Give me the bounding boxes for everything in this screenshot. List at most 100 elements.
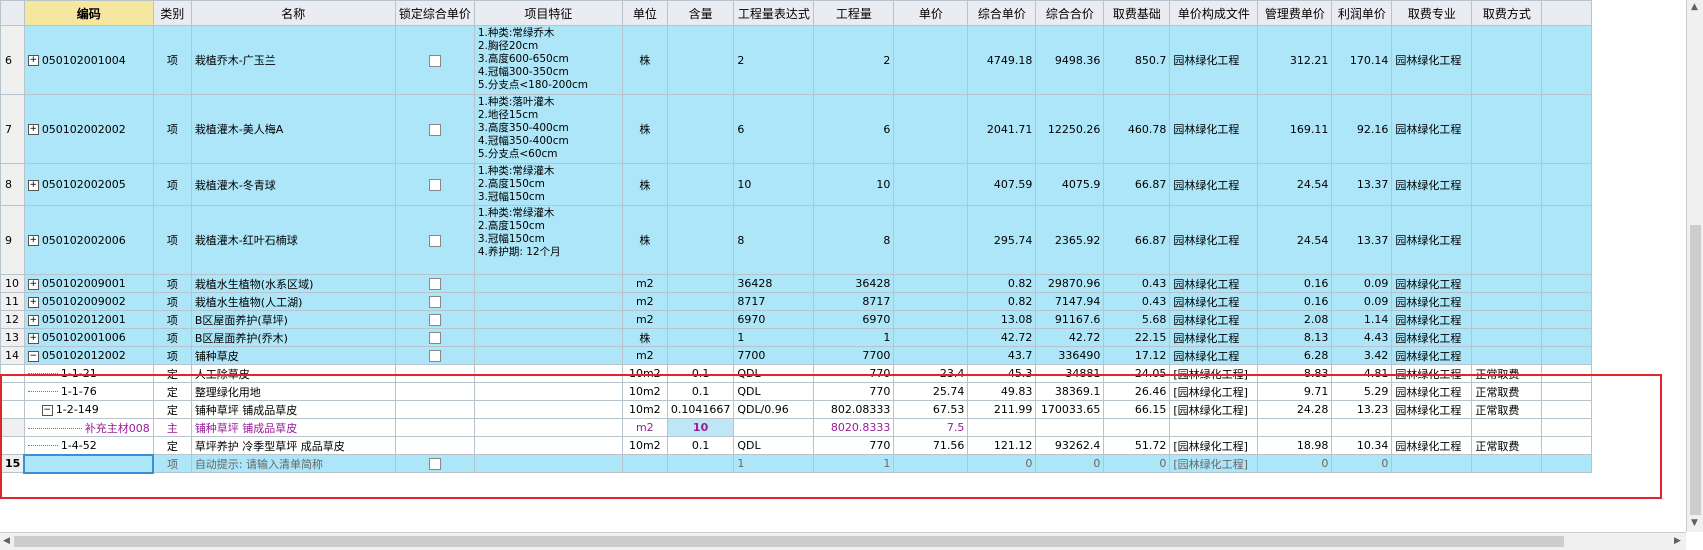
cell-price[interactable] (893, 205, 969, 275)
cell-content[interactable] (666, 205, 735, 275)
collapse-icon[interactable]: − (27, 350, 39, 362)
cell-num[interactable] (0, 436, 25, 455)
cell-spec[interactable]: 园林绿化工程 (1391, 310, 1473, 329)
cell-lock[interactable] (394, 310, 475, 329)
cell-content[interactable] (666, 292, 735, 311)
cell-expr[interactable]: 10 (733, 163, 815, 206)
cell-spec[interactable]: 园林绿化工程 (1391, 364, 1473, 383)
scroll-left-icon[interactable]: ◀ (3, 536, 10, 546)
cell-unit[interactable]: 株 (621, 25, 668, 95)
cell-name[interactable]: 人工除草皮 (190, 364, 396, 383)
cell-total[interactable]: 2365.92 (1035, 205, 1105, 275)
cell-spec[interactable]: 园林绿化工程 (1391, 328, 1473, 347)
cell-qty[interactable]: 8 (813, 205, 895, 275)
cell-base[interactable]: 66.87 (1103, 163, 1171, 206)
lock-price-checkbox[interactable] (428, 179, 441, 191)
table-row[interactable]: 15 项自动提示: 请输入清单简称 1 1 0 0 0 [园林绿化工程] 0 0 (0, 453, 1593, 474)
cell-qty[interactable]: 7700 (813, 346, 895, 365)
cell-feat[interactable] (473, 382, 623, 401)
lock-price-checkbox[interactable] (428, 332, 441, 344)
column-header-3[interactable]: 名称 (190, 0, 396, 26)
cell-cat[interactable]: 主 (152, 418, 192, 437)
cell-method[interactable] (1471, 310, 1543, 329)
cell-lock[interactable] (394, 436, 475, 455)
cell-lock[interactable] (394, 274, 475, 293)
column-header-8[interactable]: 工程量表达式 (733, 0, 815, 26)
cell-feat[interactable] (473, 418, 623, 437)
cell-content[interactable] (666, 25, 735, 95)
cell-cat[interactable]: 定 (152, 382, 192, 401)
cell-code[interactable]: +050102001004 (23, 25, 154, 95)
cell-mgmt[interactable]: 0 (1257, 454, 1333, 473)
cell-cat[interactable]: 项 (152, 205, 192, 275)
cell-file[interactable]: [园林绿化工程] (1169, 400, 1259, 419)
cell-feat[interactable] (473, 328, 623, 347)
column-header-13[interactable]: 取费基础 (1103, 0, 1171, 26)
cell-spec[interactable]: 园林绿化工程 (1391, 163, 1473, 206)
cell-content[interactable]: 0.1041667 (666, 400, 735, 419)
cell-code[interactable]: +050102002002 (23, 94, 154, 164)
cell-expr[interactable]: 2 (733, 25, 815, 95)
cell-file[interactable]: 园林绿化工程 (1169, 163, 1259, 206)
cell-feat[interactable] (473, 310, 623, 329)
cell-content[interactable]: 0.1 (666, 436, 735, 455)
cell-lock[interactable] (394, 382, 475, 401)
cell-qty[interactable]: 8020.8333 (813, 418, 895, 437)
column-header-17[interactable]: 取费专业 (1391, 0, 1473, 26)
cell-mgmt[interactable]: 24.54 (1257, 205, 1333, 275)
cell-feat[interactable] (473, 454, 623, 473)
cell-num[interactable]: 10 (0, 274, 25, 293)
column-header-11[interactable]: 综合单价 (967, 0, 1037, 26)
cell-method[interactable] (1471, 205, 1543, 275)
cell-expr[interactable]: 8717 (733, 292, 815, 311)
cell-base[interactable]: 460.78 (1103, 94, 1171, 164)
cell-name[interactable]: 栽植水生植物(水系区域) (190, 274, 396, 293)
cell-qty[interactable]: 10 (813, 163, 895, 206)
cell-cat[interactable]: 项 (152, 94, 192, 164)
cell-price[interactable] (893, 454, 969, 473)
cell-cat[interactable]: 项 (152, 274, 192, 293)
cell-unit[interactable]: m2 (621, 274, 668, 293)
cell-name[interactable]: 栽植水生植物(人工湖) (190, 292, 396, 311)
cell-spec[interactable]: 园林绿化工程 (1391, 346, 1473, 365)
cell-total[interactable]: 93262.4 (1035, 436, 1105, 455)
cell-base[interactable]: 66.87 (1103, 205, 1171, 275)
vertical-scrollbar[interactable]: ▲ ▼ (1686, 0, 1703, 532)
cell-code[interactable]: +050102002006 (23, 205, 154, 275)
cell-mgmt[interactable]: 18.98 (1257, 436, 1333, 455)
cell-num[interactable]: 11 (0, 292, 25, 311)
cell-name[interactable]: 栽植灌木-红叶石楠球 (190, 205, 396, 275)
cell-base[interactable]: 51.72 (1103, 436, 1171, 455)
cell-comp[interactable]: 45.3 (967, 364, 1037, 383)
scroll-up-icon[interactable]: ▲ (1691, 2, 1698, 12)
cell-total[interactable]: 34881 (1035, 364, 1105, 383)
cell-profit[interactable]: 5.29 (1331, 382, 1393, 401)
cell-num[interactable] (0, 364, 25, 383)
lock-price-checkbox[interactable] (428, 123, 441, 136)
cell-profit[interactable]: 0.09 (1331, 274, 1393, 293)
cell-unit[interactable]: m2 (621, 346, 668, 365)
cell-total[interactable]: 29870.96 (1035, 274, 1105, 293)
expand-icon[interactable]: + (27, 124, 39, 135)
cell-unit[interactable]: 株 (621, 328, 668, 347)
cell-unit[interactable] (621, 454, 668, 473)
cell-num[interactable]: 15 (0, 454, 25, 473)
cell-comp[interactable]: 43.7 (967, 346, 1037, 365)
cell-profit[interactable]: 13.23 (1331, 400, 1393, 419)
cell-spec[interactable] (1391, 454, 1473, 473)
cell-code[interactable]: −050102012002 (23, 346, 154, 365)
cell-unit[interactable]: m2 (621, 310, 668, 329)
table-row[interactable]: 14−050102012002 项铺种草皮 m2 7700 7700 43.7 336490… (0, 346, 1593, 365)
expand-icon[interactable]: + (27, 235, 39, 246)
cell-file[interactable]: [园林绿化工程] (1169, 364, 1259, 383)
cell-method[interactable] (1471, 346, 1543, 365)
cell-num[interactable]: 12 (0, 310, 25, 329)
cell-code[interactable]: +050102009002 (23, 292, 154, 311)
column-header-7[interactable]: 含量 (666, 0, 735, 26)
cell-num[interactable] (0, 382, 25, 401)
cell-base[interactable]: 0 (1103, 454, 1171, 473)
cell-qty[interactable]: 36428 (813, 274, 895, 293)
column-header-4[interactable]: 锁定综合单价 (394, 0, 475, 26)
cell-feat[interactable] (473, 364, 623, 383)
cell-expr[interactable]: 6 (733, 94, 815, 164)
